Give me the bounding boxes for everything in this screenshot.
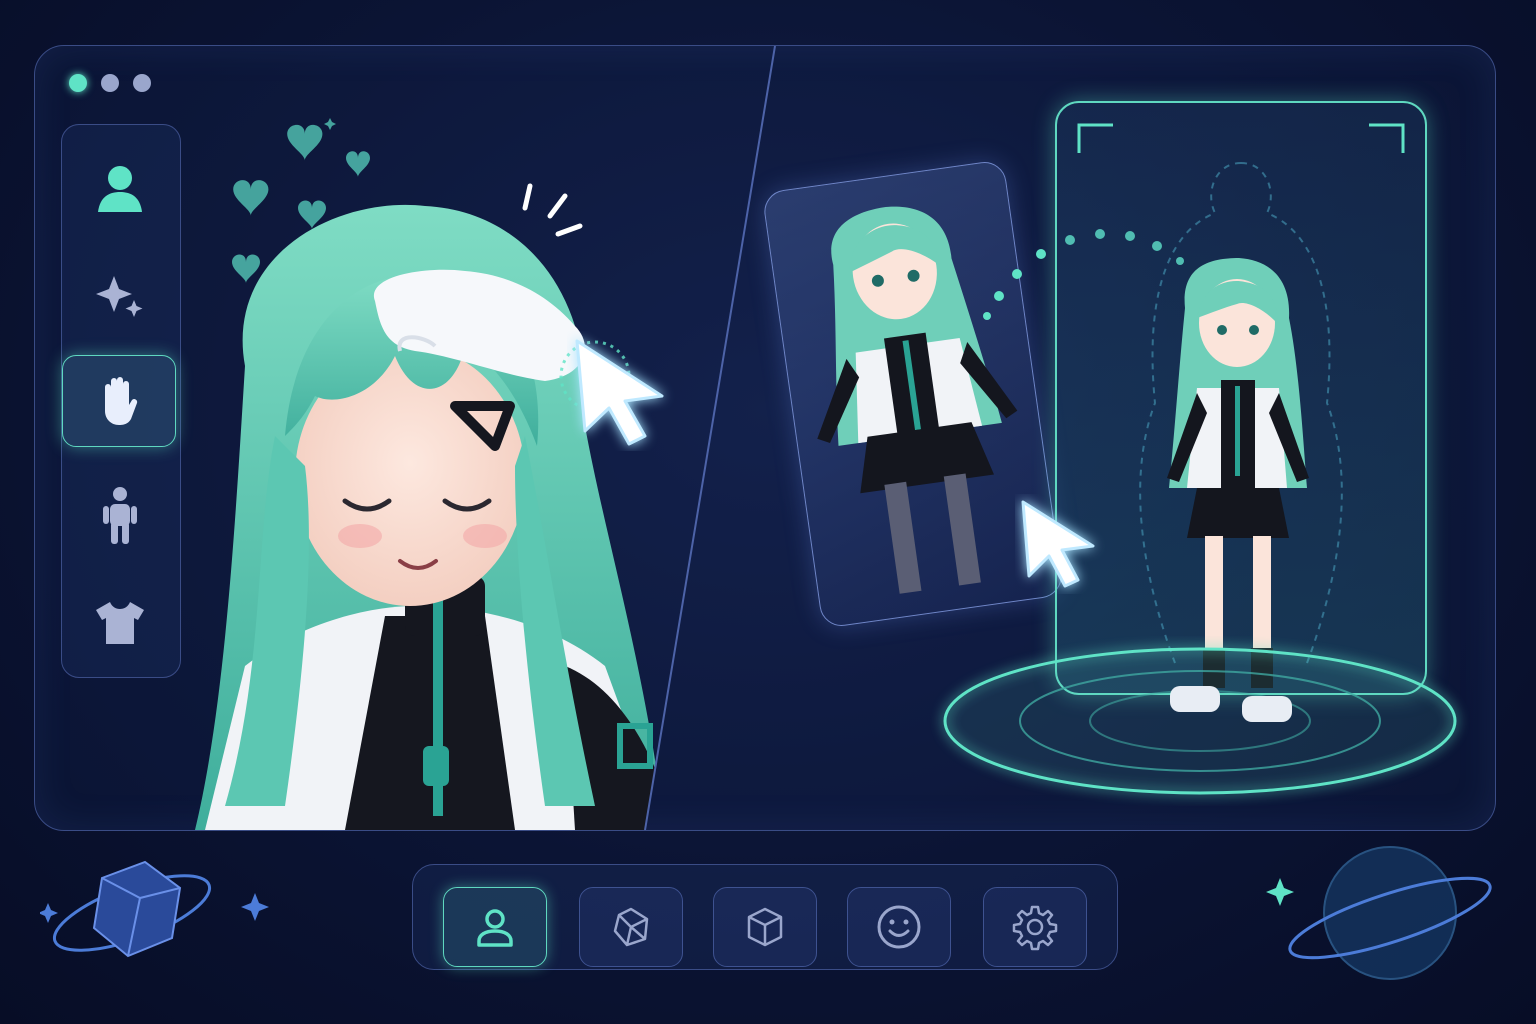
sidebar	[61, 124, 181, 678]
sidebar-item-interact[interactable]	[62, 355, 176, 447]
toolbar-expression-button[interactable]	[847, 887, 951, 967]
sparkles-icon	[96, 276, 143, 317]
planet-decoration	[1266, 846, 1492, 980]
smile-icon	[877, 905, 921, 949]
platform-rings	[943, 647, 1457, 795]
cube-planet-decoration	[40, 860, 269, 958]
preview-corner-marks	[1077, 123, 1405, 688]
body-icon	[103, 487, 137, 544]
sidebar-item-effects[interactable]	[64, 251, 176, 341]
toolbar-cube-button[interactable]	[713, 887, 817, 967]
hand-icon	[105, 377, 138, 425]
toolbar-settings-button[interactable]	[983, 887, 1087, 967]
bottom-toolbar	[412, 864, 1118, 970]
shirt-icon	[96, 602, 144, 644]
user-icon	[477, 909, 513, 947]
sidebar-item-body[interactable]	[64, 471, 176, 561]
click-burst-icon	[522, 183, 583, 237]
app-window	[34, 45, 1496, 831]
preview-panel[interactable]	[1055, 101, 1427, 695]
sidebar-item-outfit[interactable]	[64, 577, 176, 667]
gear-icon	[1012, 905, 1058, 951]
cursor-icon-drag	[1021, 500, 1095, 588]
user-icon	[98, 166, 142, 212]
toolbar-avatar-button[interactable]	[443, 887, 547, 967]
model-icon	[613, 907, 649, 947]
toolbar-model-button[interactable]	[579, 887, 683, 967]
cube-icon	[747, 907, 783, 947]
sidebar-item-avatar[interactable]	[64, 143, 176, 233]
panel-divider	[644, 46, 776, 830]
